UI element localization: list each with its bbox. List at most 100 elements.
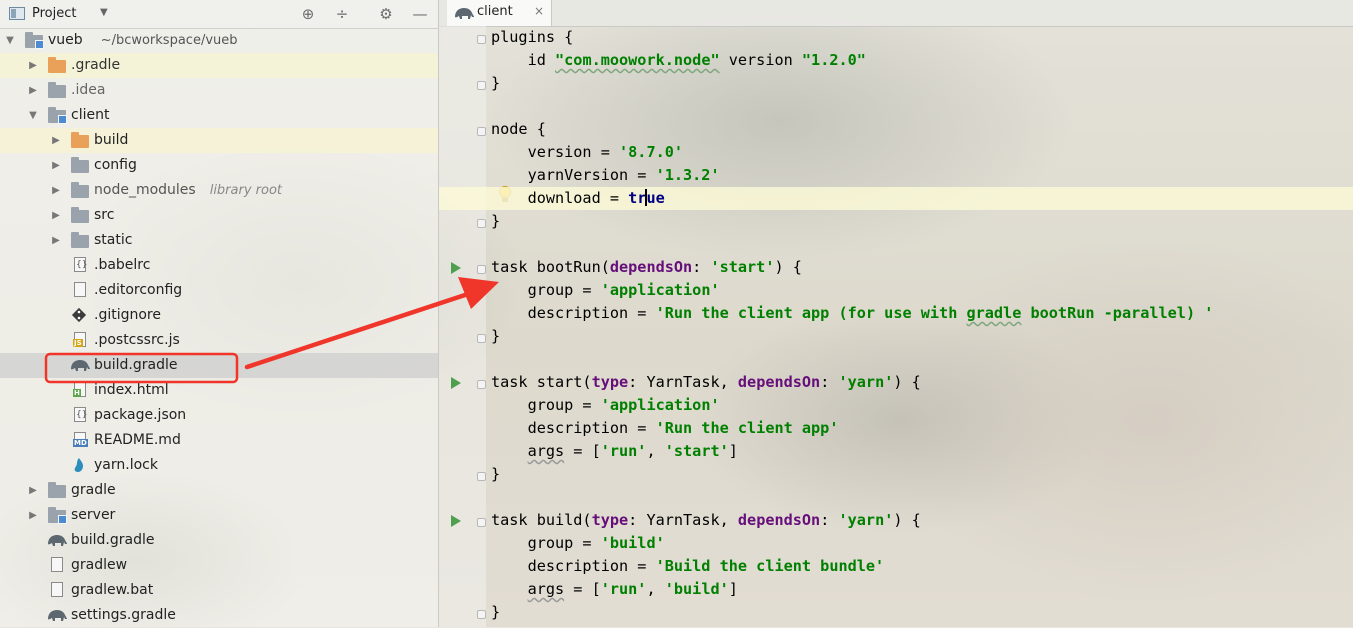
tree-item[interactable]: ▶ .gradle [0, 53, 438, 78]
tree-item[interactable]: ▶ server [0, 503, 438, 528]
code-string: 'application' [600, 396, 720, 414]
code-string: '1.3.2' [655, 166, 720, 184]
run-task-icon[interactable] [451, 515, 461, 527]
fold-marker-icon[interactable] [477, 518, 486, 527]
gear-icon[interactable]: ⚙ [376, 4, 396, 24]
chevron-right-icon[interactable]: ▶ [50, 228, 62, 253]
code-line: version = '8.7.0' [491, 141, 683, 164]
tree-item-label: settings.gradle [71, 603, 176, 628]
run-task-icon[interactable] [451, 262, 461, 274]
code-string: 'start' [710, 258, 775, 276]
markdown-file-icon: MD [71, 432, 89, 448]
tree-item[interactable]: ▶ config [0, 153, 438, 178]
module-folder-icon [25, 32, 44, 49]
chevron-down-icon[interactable]: ▼ [100, 7, 108, 18]
code-token: group = [491, 281, 601, 299]
code-line: group = 'application' [491, 394, 720, 417]
tree-item[interactable]: ▼ vueb ~/bcworkspace/vueb [0, 28, 438, 53]
chevron-right-icon[interactable]: ▶ [27, 478, 39, 503]
tree-item-name: settings.gradle [71, 607, 176, 623]
fold-marker-icon[interactable] [477, 127, 486, 136]
gradle-elephant-icon [71, 357, 90, 373]
chevron-right-icon[interactable]: ▶ [50, 153, 62, 178]
chevron-right-icon[interactable]: ▶ [27, 53, 39, 78]
json-file-icon: {} [71, 257, 89, 273]
code-token: download = [491, 189, 629, 207]
tree-item-name: yarn.lock [94, 457, 158, 473]
code-string: 'Build the client bundle' [655, 557, 885, 575]
tree-item[interactable]: MD README.md [0, 428, 438, 453]
chevron-down-icon[interactable]: ▼ [4, 28, 16, 53]
module-folder-icon [48, 107, 67, 124]
hide-icon[interactable]: — [410, 4, 430, 24]
tree-item-label: gradlew.bat [71, 578, 153, 603]
chevron-right-icon[interactable]: ▶ [50, 128, 62, 153]
tree-item[interactable]: ▶ static [0, 228, 438, 253]
tree-item-label: README.md [94, 428, 181, 453]
tree-item[interactable]: ▶ src [0, 203, 438, 228]
code-string: '8.7.0' [619, 143, 684, 161]
code-token: group = [491, 396, 601, 414]
fold-marker-icon[interactable] [477, 380, 486, 389]
code-token: node { [491, 120, 546, 138]
fold-marker-icon[interactable] [477, 334, 486, 343]
code-token: : [820, 373, 839, 391]
tree-item[interactable]: ▶ node_modules library root [0, 178, 438, 203]
tree-item[interactable]: ▼ client [0, 103, 438, 128]
collapse-icon[interactable]: ÷ [332, 4, 352, 24]
tree-item[interactable]: gradlew.bat [0, 578, 438, 603]
tree-item[interactable]: build.gradle [0, 528, 438, 553]
tree-item[interactable]: .editorconfig [0, 278, 438, 303]
close-icon[interactable]: × [534, 4, 544, 18]
tree-item[interactable]: ▶ build [0, 128, 438, 153]
tree-item[interactable]: {} .babelrc [0, 253, 438, 278]
tree-item[interactable]: .gitignore [0, 303, 438, 328]
tree-item-label: node_modules library root [94, 178, 282, 203]
code-line: } [491, 72, 500, 95]
tree-item-label: index.html [94, 378, 169, 403]
fold-marker-icon[interactable] [477, 219, 486, 228]
chevron-right-icon[interactable]: ▶ [27, 78, 39, 103]
tree-item[interactable]: Hindex.html [0, 378, 438, 403]
tree-item[interactable]: JS .postcssrc.js [0, 328, 438, 353]
chevron-down-icon[interactable]: ▼ [27, 103, 39, 128]
code-token: : [692, 258, 711, 276]
tree-item[interactable]: gradlew [0, 553, 438, 578]
code-string: 'run' [600, 442, 647, 460]
tree-item[interactable]: ▶ gradle [0, 478, 438, 503]
tree-item[interactable]: build.gradle [0, 353, 438, 378]
fold-marker-icon[interactable] [477, 610, 486, 619]
tree-item-label: config [94, 153, 137, 178]
fold-marker-icon[interactable] [477, 35, 486, 44]
code-named-arg: type [591, 373, 629, 391]
tab-client[interactable]: client × [447, 0, 552, 26]
code-string: 'Run the client app (for use with [655, 304, 967, 322]
fold-marker-icon[interactable] [477, 472, 486, 481]
chevron-right-icon[interactable]: ▶ [50, 203, 62, 228]
code-string: 'application' [600, 281, 720, 299]
editor: client × plugins { id "com.moowork.node"… [439, 0, 1353, 627]
html-file-icon: H [71, 382, 89, 398]
chevron-right-icon[interactable]: ▶ [50, 178, 62, 203]
chevron-right-icon[interactable]: ▶ [27, 503, 39, 528]
run-task-icon[interactable] [451, 377, 461, 389]
fold-marker-icon[interactable] [477, 81, 486, 90]
tree-item-label: build.gradle [94, 353, 178, 378]
tree-item[interactable]: {} package.json [0, 403, 438, 428]
module-folder-icon [48, 507, 67, 524]
locate-icon[interactable]: ⊕ [298, 4, 318, 24]
tree-item-name: client [71, 107, 110, 123]
tree-item[interactable]: ▶ .idea [0, 78, 438, 103]
code-area[interactable]: plugins { id "com.moowork.node" version … [439, 26, 1353, 627]
tree-item[interactable]: settings.gradle [0, 603, 438, 628]
code-token: version = [491, 143, 620, 161]
fold-marker-icon[interactable] [477, 265, 486, 274]
code-token: task bootRun( [491, 258, 610, 276]
tree-item-label: gradlew [71, 553, 127, 578]
code-line: args = ['run', 'start'] [491, 440, 738, 463]
project-title[interactable]: Project [32, 6, 76, 21]
tree-item[interactable]: yarn.lock [0, 453, 438, 478]
code-token: description = [491, 419, 656, 437]
tree-item-label: .editorconfig [94, 278, 182, 303]
gradle-elephant-icon [48, 607, 67, 623]
